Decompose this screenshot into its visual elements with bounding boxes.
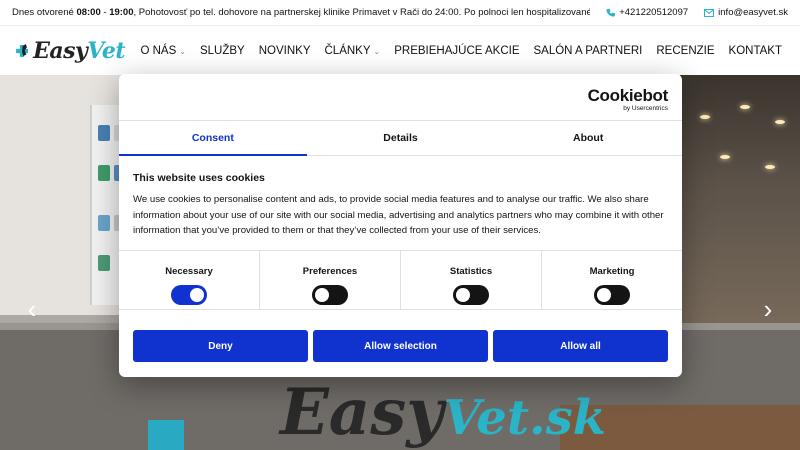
cookie-body: This website uses cookies We use cookies… [133,172,668,239]
hero-sign: EasyVet.sk [280,375,606,450]
hours-prefix: Dnes otvorené [12,7,77,18]
nav-item-novinky[interactable]: NOVINKY [259,45,311,57]
opening-hours: Dnes otvorené 08:00 - 19:00, Pohotovosť … [12,7,590,18]
hero-sign-easy: Easy [280,375,444,450]
hours-separator: - [100,7,110,18]
pref-necessary: Necessary [119,251,259,309]
nav-item-clanky[interactable]: ČLÁNKY ⌄ [325,45,381,57]
pref-label: Marketing [589,266,635,277]
slider-prev-arrow-icon[interactable]: ‹ [22,296,42,322]
preferences-toggle[interactable] [312,285,348,305]
tab-details[interactable]: Details [307,121,495,155]
nav-label: PREBIEHAJÚCE AKCIE [394,45,520,57]
pref-statistics: Statistics [400,251,541,309]
top-info-bar: Dnes otvorené 08:00 - 19:00, Pohotovosť … [0,0,800,25]
medical-cross-icon [16,43,28,57]
statistics-toggle[interactable] [453,285,489,305]
nav-item-o-nas[interactable]: O NÁS ⌄ [140,45,186,57]
cookie-tabs: Consent Details About [119,120,682,156]
necessary-toggle[interactable] [171,285,207,305]
cookie-text: We use cookies to personalise content an… [133,194,664,236]
site-logo[interactable]: EasyVet [15,30,125,72]
pref-label: Necessary [165,266,213,277]
pref-marketing: Marketing [541,251,682,309]
slider-next-arrow-icon[interactable]: › [758,296,778,322]
phone-contact[interactable]: +421220512097 [606,7,688,18]
tab-consent[interactable]: Consent [119,121,307,156]
logo-text: EasyVet [33,38,125,64]
nav-label: ČLÁNKY [324,45,371,57]
nav-item-kontakt[interactable]: KONTAKT [729,45,782,57]
chevron-down-icon: ⌄ [179,46,186,56]
nav-label: SALÓN A PARTNERI [533,45,643,57]
nav-label: KONTAKT [728,45,782,57]
hero-teal-block [148,420,184,450]
hours-note: , Pohotovosť po tel. dohovore na partner… [133,7,591,18]
logo-text-vet: Vet [87,38,125,64]
cookiebot-logo: Cookiebot by Usercentrics [587,86,669,112]
nav-item-salon[interactable]: SALÓN A PARTNERI [534,45,643,57]
nav-label: RECENZIE [656,45,715,57]
hero-room [680,75,800,335]
nav-label: SLUŽBY [199,45,245,57]
pref-label: Statistics [449,266,493,277]
cookie-consent-dialog: Cookiebot by Usercentrics Consent Detail… [119,74,682,377]
nav-item-akcie[interactable]: PREBIEHAJÚCE AKCIE [394,45,519,57]
cookie-buttons: Deny Allow selection Allow all [133,330,668,362]
site-header: EasyVet O NÁS ⌄ SLUŽBY NOVINKY ČLÁNKY ⌄ PR… [0,25,800,75]
hero-sign-vet: Vet.sk [443,390,607,446]
nav-item-sluzby[interactable]: SLUŽBY [200,45,245,57]
phone-icon [606,8,616,17]
cookie-heading: This website uses cookies [133,172,265,184]
hours-close: 19:00 [109,7,134,18]
cookiebot-by: by Usercentrics [623,105,668,112]
hours-open: 08:00 [76,7,101,18]
cookie-preferences: Necessary Preferences Statistics Marketi… [119,250,682,310]
nav-label: NOVINKY [258,45,311,57]
tab-about[interactable]: About [494,121,682,155]
pref-label: Preferences [302,266,358,277]
main-nav: O NÁS ⌄ SLUŽBY NOVINKY ČLÁNKY ⌄ PREBIEHAJÚ… [126,26,782,76]
nav-item-recenzie[interactable]: RECENZIE [656,45,714,57]
allow-all-button[interactable]: Allow all [493,330,668,362]
email-address[interactable]: info@easyvet.sk [718,7,788,18]
pref-preferences: Preferences [259,251,400,309]
logo-text-easy: Easy [33,38,88,64]
cookiebot-brand: Cookiebot [587,86,669,105]
deny-button[interactable]: Deny [133,330,308,362]
allow-selection-button[interactable]: Allow selection [313,330,488,362]
nav-label: O NÁS [140,45,177,57]
email-contact[interactable]: info@easyvet.sk [704,7,788,18]
envelope-icon [704,8,715,17]
phone-number[interactable]: +421220512097 [619,7,688,18]
chevron-down-icon: ⌄ [373,46,381,56]
marketing-toggle[interactable] [594,285,630,305]
